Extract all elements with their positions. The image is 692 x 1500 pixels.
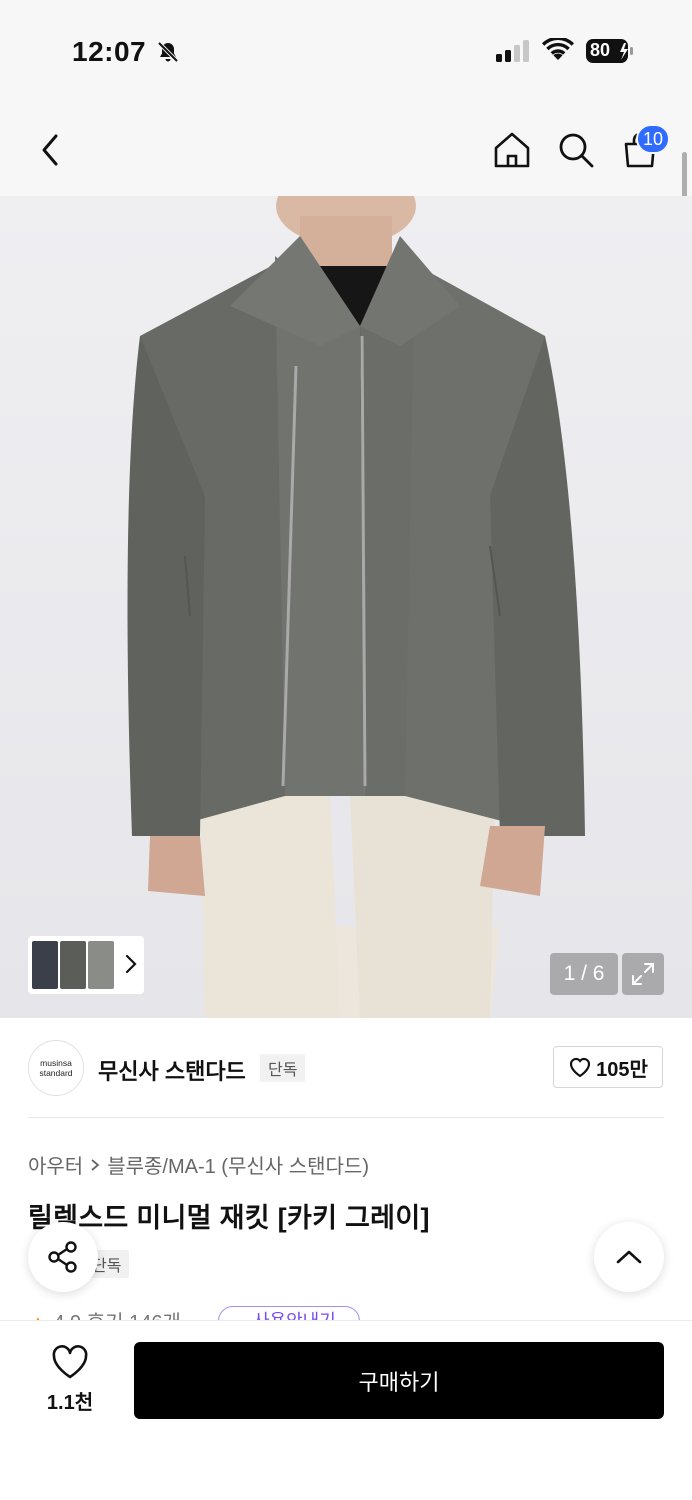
brand-logo[interactable]: musinsa standard xyxy=(28,1040,84,1096)
brand-name[interactable]: 무신사 스탠다드 xyxy=(98,1054,246,1086)
chevron-left-icon xyxy=(42,134,58,166)
brand-logo-line1: musinsa xyxy=(40,1058,72,1068)
brand-logo-line2: standard xyxy=(39,1068,73,1078)
thumbnail-strip[interactable] xyxy=(28,936,144,994)
product-title: 릴렉스드 미니멀 재킷 [카키 그레이] xyxy=(28,1203,430,1233)
breadcrumb-item-1[interactable]: 아우터 xyxy=(28,1150,83,1179)
heart-icon[interactable] xyxy=(50,1342,90,1382)
divider xyxy=(28,1117,664,1118)
breadcrumb-item-2[interactable]: 블루종/MA-1 (무신사 스탠다드) xyxy=(107,1150,369,1179)
search-icon xyxy=(559,133,594,168)
image-page-indicator: 1 / 6 xyxy=(550,953,618,995)
fullscreen-button[interactable] xyxy=(622,953,664,995)
bell-muted-icon xyxy=(157,41,179,63)
product-photo xyxy=(127,196,585,1018)
brand-like-count: 105만 xyxy=(596,1058,648,1081)
battery-indicator: 80 xyxy=(586,39,634,63)
heart-icon xyxy=(570,1057,591,1078)
wifi-icon xyxy=(542,38,574,60)
search-button[interactable] xyxy=(554,128,598,172)
back-button[interactable] xyxy=(28,128,72,172)
share-icon xyxy=(48,1241,77,1273)
chevron-right-icon xyxy=(125,954,137,974)
home-button[interactable] xyxy=(490,128,534,172)
cellular-signal-icon xyxy=(496,40,529,62)
scroll-to-top-button[interactable] xyxy=(594,1222,664,1292)
buy-button[interactable]: 구매하기 xyxy=(134,1342,664,1419)
breadcrumb: 아우터 블루종/MA-1 (무신사 스탠다드) xyxy=(28,1150,369,1179)
status-time: 12:07 xyxy=(72,36,147,67)
product-image-carousel[interactable] xyxy=(0,196,692,1018)
brand-like-button[interactable]: 105만 xyxy=(553,1046,663,1088)
share-button[interactable] xyxy=(28,1222,98,1292)
chevron-right-icon xyxy=(91,1158,100,1171)
cart-count-badge: 10 xyxy=(636,124,670,154)
favorite-count: 1.1천 xyxy=(46,1392,94,1414)
battery-level: 80 xyxy=(590,40,611,60)
chevron-up-icon xyxy=(616,1250,642,1264)
thumbnail-3[interactable] xyxy=(88,941,114,989)
expand-icon xyxy=(632,963,654,985)
thumbnail-1[interactable] xyxy=(32,941,58,989)
home-icon xyxy=(494,132,530,168)
thumbnail-2[interactable] xyxy=(60,941,86,989)
brand-exclusive-badge: 단독 xyxy=(260,1054,306,1082)
